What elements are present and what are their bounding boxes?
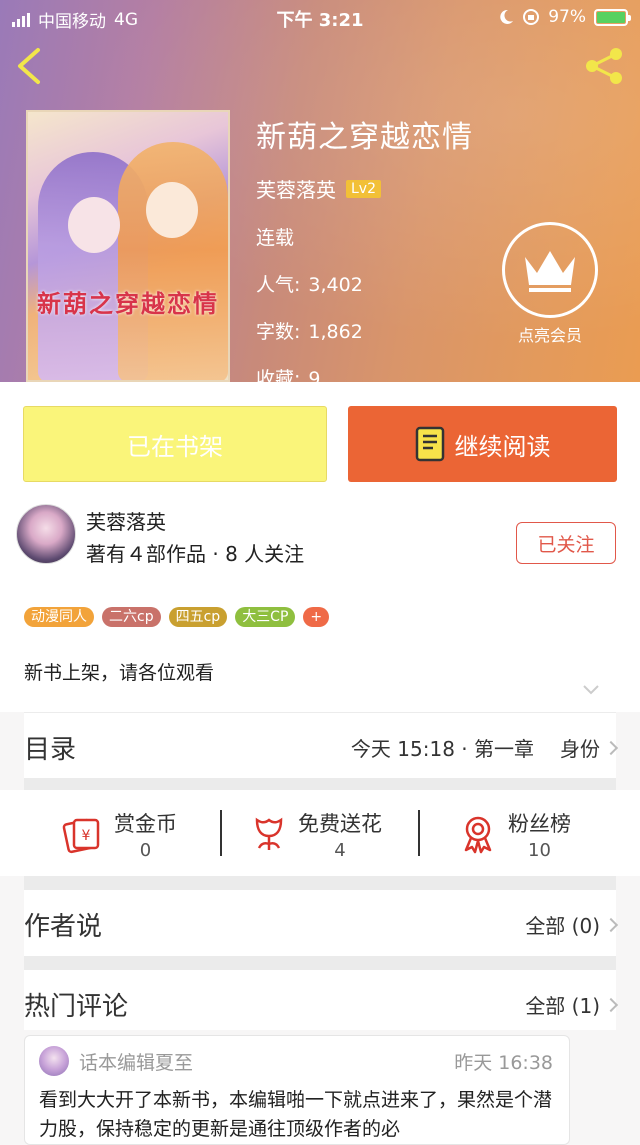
tags-section: 动漫同人 二六cp 四五cp 大三CP + 新书上架，请各位观看 — [0, 578, 640, 712]
tag[interactable]: 二六cp — [102, 607, 161, 627]
favorites-label: 收藏: — [256, 368, 301, 390]
svg-text:¥: ¥ — [82, 828, 91, 844]
level-badge: Lv2 — [346, 179, 381, 198]
section-gap — [24, 876, 616, 890]
book-description: 新书上架，请各位观看 — [24, 662, 215, 684]
shelf-button[interactable]: 已在书架 — [23, 406, 327, 482]
popularity-label: 人气: — [256, 274, 301, 296]
comment-user[interactable]: 话本编辑夏至 — [79, 1048, 193, 1075]
add-tag-button[interactable]: + — [303, 607, 330, 627]
comment-card[interactable]: 话本编辑夏至 昨天 16:38 看到大大开了本新书，本编辑啪一下就点进来了，果然… — [24, 1035, 570, 1145]
section-gap — [24, 778, 616, 790]
status-bar: 中国移动 4G 下午 3:21 97% — [0, 0, 640, 34]
serial-status: 连载 — [256, 227, 295, 249]
share-icon — [586, 48, 622, 84]
vip-label: 点亮会员 — [517, 326, 582, 345]
avatar[interactable] — [16, 504, 76, 564]
comment-text: 看到大大开了本新书，本编辑啪一下就点进来了，果然是个潜力股，保持稳定的更新是通往… — [39, 1089, 553, 1140]
continue-reading-button[interactable]: 继续阅读 — [348, 406, 617, 482]
table-of-contents[interactable]: 目录 今天 15:18 · 第一章 身份 — [24, 712, 619, 778]
comment-time: 昨天 16:38 — [454, 1052, 553, 1074]
action-bar: 已在书架 继续阅读 — [0, 382, 640, 492]
stats-bar: ¥ 赏金币 0 免费送花 4 粉丝榜 10 — [0, 790, 640, 876]
tag[interactable]: 动漫同人 — [24, 607, 94, 627]
flowers-value: 4 — [334, 839, 346, 861]
coins-stat[interactable]: ¥ 赏金币 0 — [62, 806, 177, 862]
chevron-right-icon — [603, 997, 619, 1012]
book-icon — [415, 426, 444, 462]
cover-title: 新葫之穿越恋情 — [37, 289, 219, 318]
tag[interactable]: 大三CP — [235, 607, 296, 627]
author-meta: 著有４部作品 · 8 人关注 — [86, 542, 305, 566]
follow-label: 已关注 — [537, 533, 595, 556]
back-button[interactable] — [14, 46, 44, 86]
book-info: 新葫之穿越恋情 芙蓉落英 Lv2 连载 人气: 3,402 字数: 1,862 收藏… — [256, 112, 473, 391]
chevron-down-icon[interactable] — [582, 684, 600, 696]
hot-comments-all: 全部 (1) — [525, 994, 600, 1018]
chevron-right-icon — [603, 740, 619, 755]
book-title: 新葫之穿越恋情 — [256, 120, 473, 155]
coins-value: 0 — [139, 839, 152, 861]
chevron-right-icon — [603, 917, 619, 932]
continue-reading-label: 继续阅读 — [454, 432, 551, 461]
book-cover[interactable]: 新葫之穿越恋情 — [26, 110, 230, 382]
fans-value: 10 — [528, 839, 551, 861]
red-envelope-icon: ¥ — [62, 818, 100, 854]
flower-icon — [255, 817, 283, 850]
author-section: 芙蓉落英 著有４部作品 · 8 人关注 已关注 — [0, 492, 640, 579]
toc-latest: 今天 15:18 · 第一章 — [350, 737, 534, 761]
author-name[interactable]: 芙蓉落英 — [86, 506, 166, 535]
avatar[interactable] — [39, 1046, 69, 1076]
coins-label: 赏金币 — [114, 811, 177, 836]
tag-list: 动漫同人 二六cp 四五cp 大三CP + — [24, 607, 330, 627]
author-says-all: 全部 (0) — [525, 914, 600, 938]
favorites-value: 9 — [308, 368, 321, 390]
hot-comments-label: 热门评论 — [24, 992, 129, 1022]
author-says-label: 作者说 — [24, 912, 103, 942]
divider — [418, 810, 420, 856]
author-says-section[interactable]: 作者说 全部 (0) — [24, 890, 619, 956]
divider — [220, 810, 222, 856]
follow-button[interactable]: 已关注 — [516, 522, 616, 564]
book-author[interactable]: 芙蓉落英 — [256, 174, 336, 203]
hot-comments-section[interactable]: 热门评论 全部 (1) — [24, 970, 619, 1030]
battery-icon — [594, 8, 631, 26]
share-button[interactable] — [582, 46, 626, 86]
crown-icon — [525, 251, 575, 292]
medal-icon — [464, 816, 492, 854]
vip-button[interactable]: 点亮会员 — [500, 222, 600, 345]
flowers-label: 免费送花 — [298, 811, 382, 836]
moon-icon — [500, 9, 514, 24]
toc-extra: 身份 — [560, 737, 600, 761]
popularity-value: 3,402 — [308, 274, 363, 296]
toc-label: 目录 — [24, 735, 77, 765]
words-value: 1,862 — [308, 321, 363, 343]
fans-stat[interactable]: 粉丝榜 10 — [460, 806, 571, 862]
battery-percent: 97% — [548, 7, 586, 27]
chevron-left-icon — [18, 48, 40, 84]
words-label: 字数: — [256, 321, 301, 343]
fans-label: 粉丝榜 — [508, 811, 571, 836]
flowers-stat[interactable]: 免费送花 4 — [252, 806, 382, 862]
shelf-label: 已在书架 — [127, 432, 223, 461]
tag[interactable]: 四五cp — [168, 607, 228, 627]
rotation-lock-icon — [523, 9, 540, 25]
section-gap — [24, 956, 616, 970]
